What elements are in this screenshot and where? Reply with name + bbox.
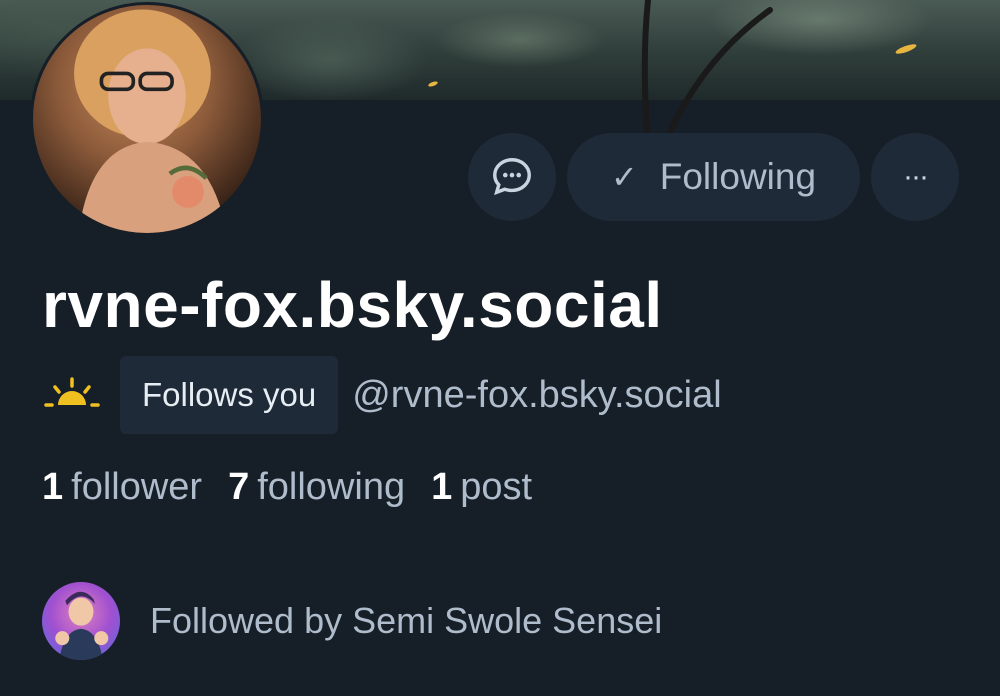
profile-meta-row: Follows you @rvne-fox.bsky.social	[42, 356, 722, 434]
chat-bubble-icon	[493, 158, 531, 196]
check-icon: ✓	[610, 159, 638, 195]
avatar-image	[74, 9, 227, 233]
following-button[interactable]: ✓ Following	[567, 133, 860, 221]
profile-handle: @rvne-fox.bsky.social	[352, 373, 722, 416]
followed-by-text: Followed by Semi Swole Sensei	[150, 600, 663, 641]
sun-icon	[44, 377, 100, 407]
profile-avatar[interactable]	[30, 2, 264, 236]
profile-stats: 1 follower 7 following 1 post	[42, 466, 558, 509]
following-stat[interactable]: 7 following	[228, 466, 405, 509]
message-button[interactable]	[468, 133, 556, 221]
follower-avatar[interactable]	[42, 582, 120, 660]
following-label: Following	[659, 156, 817, 197]
follower-avatar-image	[55, 591, 109, 660]
follows-you-badge: Follows you	[120, 356, 339, 434]
ellipsis-icon: ···	[903, 160, 929, 193]
followed-by-row[interactable]: Followed by Semi Swole Sensei	[42, 582, 662, 660]
posts-stat: 1 post	[431, 466, 533, 508]
display-name: rvne-fox.bsky.social	[42, 269, 663, 341]
more-options-button[interactable]: ···	[871, 133, 959, 221]
followers-stat[interactable]: 1 follower	[42, 466, 202, 509]
